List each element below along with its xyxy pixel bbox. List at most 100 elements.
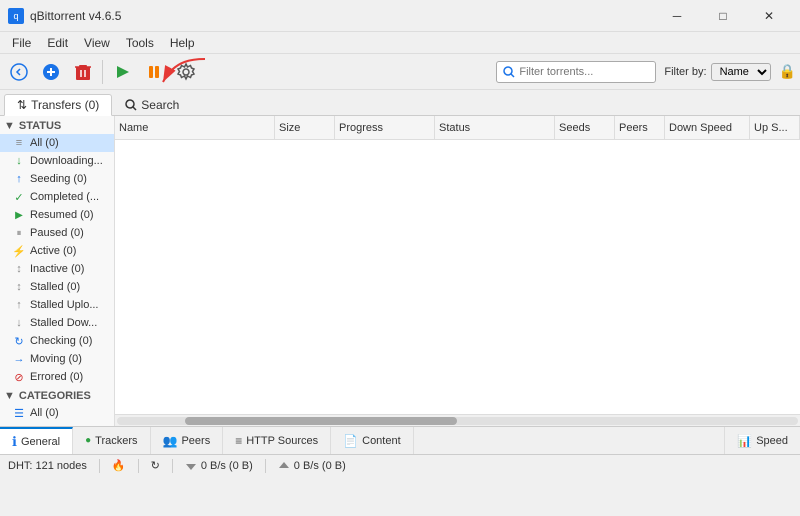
down-speed-text: 0 B/s (0 B): [201, 460, 253, 472]
sidebar-item-cat-all[interactable]: ☰ All (0): [0, 404, 114, 422]
horizontal-scrollbar[interactable]: [115, 414, 800, 426]
cat-all-icon: ☰: [12, 406, 26, 420]
add-torrent-button[interactable]: [36, 58, 66, 86]
trackers-tab[interactable]: ● Trackers: [73, 427, 150, 454]
sidebar-item-errored[interactable]: ⊘ Errored (0): [0, 368, 114, 386]
transfers-tab-label: Transfers (0): [31, 98, 99, 112]
title-bar: q qBittorrent v4.6.5 ─ □ ✕: [0, 0, 800, 32]
sidebar-item-stalled-label: Stalled (0): [30, 281, 80, 293]
filter-input[interactable]: [519, 66, 649, 78]
menu-help[interactable]: Help: [162, 34, 203, 52]
menu-tools[interactable]: Tools: [118, 34, 162, 52]
delete-icon: [73, 62, 93, 82]
all-icon: ≡: [12, 136, 26, 150]
refresh-segment: ↻: [151, 459, 160, 472]
sidebar-item-stalled-download[interactable]: ↓ Stalled Dow...: [0, 314, 114, 332]
transfers-tab[interactable]: ⇅ Transfers (0): [4, 94, 112, 116]
table-body: [115, 140, 800, 414]
col-header-downspeed[interactable]: Down Speed: [665, 116, 750, 139]
scrollbar-track[interactable]: [117, 417, 798, 425]
table-header: Name Size Progress Status Seeds Peers Do…: [115, 116, 800, 140]
categories-section-header[interactable]: ▼ CATEGORIES: [0, 386, 114, 404]
window-controls: ─ □ ✕: [654, 0, 792, 32]
sidebar-item-cat-all-label: All (0): [30, 407, 59, 419]
general-tab[interactable]: ℹ General: [0, 427, 73, 454]
status-sep-4: [265, 459, 266, 473]
filter-box[interactable]: [496, 61, 656, 83]
speed-tab[interactable]: 📊 Speed: [724, 427, 800, 454]
inactive-icon: ↕: [12, 262, 26, 276]
status-section-header[interactable]: ▼ STATUS: [0, 116, 114, 134]
sidebar-item-completed[interactable]: ✓ Completed (...: [0, 188, 114, 206]
trackers-tab-label: Trackers: [95, 435, 137, 447]
app-title: qBittorrent v4.6.5: [30, 9, 121, 23]
close-button[interactable]: ✕: [746, 0, 792, 32]
speed-tab-icon: 📊: [737, 434, 752, 448]
col-header-name[interactable]: Name: [115, 116, 275, 139]
content-tab[interactable]: 📄 Content: [331, 427, 413, 454]
peers-tab-icon: 👥: [163, 434, 178, 448]
sidebar-item-stalled-download-label: Stalled Dow...: [30, 317, 97, 329]
sidebar-item-seeding[interactable]: ↑ Seeding (0): [0, 170, 114, 188]
active-icon: ⚡: [12, 244, 26, 258]
menu-edit[interactable]: Edit: [39, 34, 76, 52]
col-header-peers[interactable]: Peers: [615, 116, 665, 139]
pause-icon: [144, 62, 164, 82]
status-label: STATUS: [19, 120, 61, 132]
main-layout: ▼ STATUS ≡ All (0) ↓ Downloading... ↑ Se…: [0, 116, 800, 426]
sidebar-item-paused[interactable]: ⏸ Paused (0): [0, 224, 114, 242]
back-button[interactable]: [4, 58, 34, 86]
status-sep-2: [138, 459, 139, 473]
toolbar-right: Filter by: Name 🔒: [496, 61, 796, 83]
col-header-size[interactable]: Size: [275, 116, 335, 139]
col-header-progress[interactable]: Progress: [335, 116, 435, 139]
status-bar: DHT: 121 nodes 🔥 ↻ 0 B/s (0 B) 0 B/s (0 …: [0, 454, 800, 476]
checking-icon: ↻: [12, 334, 26, 348]
menu-file[interactable]: File: [4, 34, 39, 52]
sidebar-item-downloading[interactable]: ↓ Downloading...: [0, 152, 114, 170]
delete-button[interactable]: [68, 58, 98, 86]
sidebar-item-checking-label: Checking (0): [30, 335, 92, 347]
sidebar-item-resumed[interactable]: ▶ Resumed (0): [0, 206, 114, 224]
http-sources-tab[interactable]: ≡ HTTP Sources: [223, 427, 331, 454]
minimize-button[interactable]: ─: [654, 0, 700, 32]
pause-button[interactable]: [139, 58, 169, 86]
http-sources-tab-label: HTTP Sources: [246, 435, 318, 447]
settings-icon: [176, 62, 196, 82]
sidebar-item-moving[interactable]: → Moving (0): [0, 350, 114, 368]
filter-by-container: Filter by: Name: [664, 63, 770, 81]
scrollbar-thumb[interactable]: [185, 417, 457, 425]
col-header-upspeed[interactable]: Up S...: [750, 116, 800, 139]
fire-icon: 🔥: [112, 459, 126, 472]
speed-tab-label: Speed: [756, 435, 788, 447]
resume-button[interactable]: [107, 58, 137, 86]
col-header-seeds[interactable]: Seeds: [555, 116, 615, 139]
maximize-button[interactable]: □: [700, 0, 746, 32]
dht-text: DHT: 121 nodes: [8, 460, 87, 472]
content-area: Name Size Progress Status Seeds Peers Do…: [115, 116, 800, 426]
filter-search-icon: [503, 66, 515, 78]
search-tab[interactable]: Search: [112, 93, 192, 115]
toolbar: Filter by: Name 🔒: [0, 54, 800, 90]
search-tab-icon: [125, 99, 137, 111]
sidebar-item-stalled-upload[interactable]: ↑ Stalled Uplo...: [0, 296, 114, 314]
sidebar-item-active[interactable]: ⚡ Active (0): [0, 242, 114, 260]
sidebar-item-moving-label: Moving (0): [30, 353, 82, 365]
menu-view[interactable]: View: [76, 34, 118, 52]
peers-tab[interactable]: 👥 Peers: [151, 427, 224, 454]
completed-icon: ✓: [12, 190, 26, 204]
col-header-status[interactable]: Status: [435, 116, 555, 139]
sidebar-item-checking[interactable]: ↻ Checking (0): [0, 332, 114, 350]
sidebar-item-inactive[interactable]: ↕ Inactive (0): [0, 260, 114, 278]
filter-by-select[interactable]: Name: [711, 63, 771, 81]
app-icon: q: [8, 8, 24, 24]
sidebar-item-all[interactable]: ≡ All (0): [0, 134, 114, 152]
status-sep-1: [99, 459, 100, 473]
sidebar-item-completed-label: Completed (...: [30, 191, 99, 203]
search-tab-label: Search: [141, 98, 179, 112]
sidebar-item-cat-uncategorized[interactable]: ☰ Uncategoriz...: [0, 422, 114, 426]
transfers-tab-icon: ⇅: [17, 98, 27, 112]
sidebar-item-stalled[interactable]: ↕ Stalled (0): [0, 278, 114, 296]
trackers-tab-icon: ●: [85, 435, 91, 446]
settings-button[interactable]: [171, 58, 201, 86]
